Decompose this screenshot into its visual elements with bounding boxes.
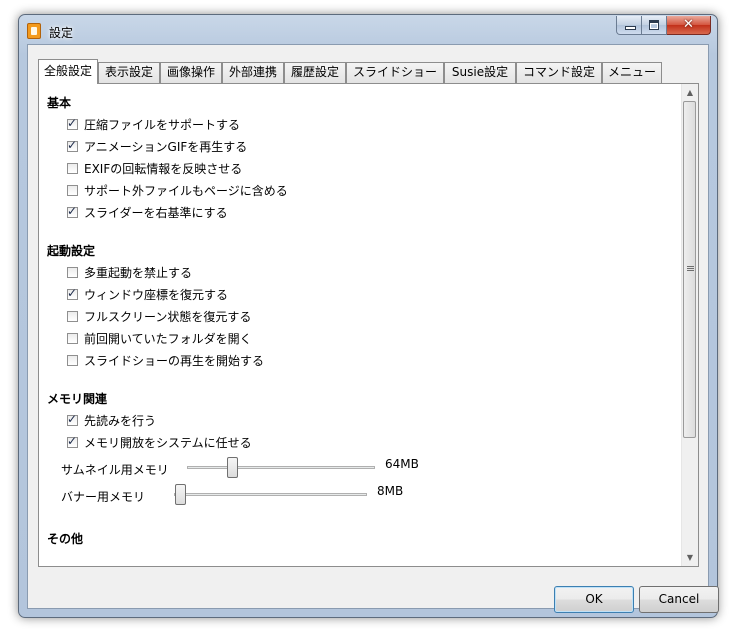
scroll-up-arrow-icon[interactable]: ▲ — [682, 84, 698, 101]
tab-display[interactable]: 表示設定 — [98, 62, 160, 83]
checkbox-include-unsupported[interactable]: サポート外ファイルもページに含める — [67, 182, 288, 198]
checkbox-label: ウィンドウ座標を復元する — [84, 287, 229, 302]
checkbox-box[interactable] — [67, 354, 78, 366]
tab-susie[interactable]: Susie設定 — [444, 62, 516, 83]
checkbox-label: 先読みを行う — [84, 413, 157, 428]
checkbox-box[interactable] — [67, 184, 78, 196]
caption-buttons: ✕ — [616, 16, 711, 35]
checkbox-box[interactable] — [67, 162, 78, 174]
checkbox-support-archives[interactable]: 圧縮ファイルをサポートする — [67, 116, 240, 132]
title-bar[interactable]: 設定 ✕ — [19, 15, 717, 45]
thumbnail-memory-label: サムネイル用メモリ — [61, 463, 169, 477]
checkbox-box[interactable] — [67, 412, 78, 426]
dialog-client-area: 全般設定 表示設定 画像操作 外部連携 履歴設定 スライドショー Susie設定… — [27, 44, 719, 613]
checkbox-label: アニメーションGIFを再生する — [84, 139, 248, 154]
tab-slideshow[interactable]: スライドショー — [346, 62, 444, 83]
section-title-other: その他 — [47, 532, 84, 546]
checkbox-box[interactable] — [67, 138, 78, 152]
checkbox-label: 多重起動を禁止する — [84, 265, 193, 280]
panel-vertical-scrollbar[interactable]: ▲ ▼ — [681, 84, 698, 566]
checkbox-label: フルスクリーン状態を復元する — [84, 309, 252, 324]
checkbox-box[interactable] — [67, 310, 78, 322]
thumbnail-memory-value: 64MB — [385, 457, 419, 471]
checkbox-system-memory-release[interactable]: メモリ開放をシステムに任せる — [67, 434, 252, 450]
ok-button[interactable]: OK — [554, 586, 634, 613]
tab-image-ops[interactable]: 画像操作 — [160, 62, 222, 83]
checkbox-prefetch[interactable]: 先読みを行う — [67, 412, 156, 428]
checkbox-restore-window-position[interactable]: ウィンドウ座標を復元する — [67, 286, 228, 302]
grip-line — [687, 270, 694, 271]
checkbox-label: スライダーを右基準にする — [84, 205, 228, 220]
close-icon: ✕ — [683, 17, 694, 32]
checkbox-box[interactable] — [67, 434, 78, 448]
close-button[interactable]: ✕ — [667, 16, 711, 35]
checkbox-label: サポート外ファイルもページに含める — [84, 183, 288, 198]
tab-general[interactable]: 全般設定 — [38, 59, 98, 84]
general-settings-panel: 基本 圧縮ファイルをサポートする アニメーションGIFを再生する EXIFの回転… — [38, 83, 699, 567]
checkbox-label: EXIFの回転情報を反映させる — [84, 161, 243, 176]
scroll-down-arrow-icon[interactable]: ▼ — [682, 549, 698, 566]
checkbox-exif-rotation[interactable]: EXIFの回転情報を反映させる — [67, 160, 242, 176]
checkbox-box[interactable] — [67, 204, 78, 218]
section-title-basic: 基本 — [47, 96, 72, 110]
banner-memory-slider-thumb[interactable] — [175, 484, 186, 505]
thumbnail-memory-slider-thumb[interactable] — [227, 457, 238, 478]
checkbox-label: 圧縮ファイルをサポートする — [84, 117, 241, 132]
settings-window: 設定 ✕ 全般設定 表示設定 画像操作 外部連携 履歴設定 スライドショー Su… — [18, 14, 719, 618]
tab-history[interactable]: 履歴設定 — [284, 62, 346, 83]
tab-external[interactable]: 外部連携 — [222, 62, 284, 83]
checkbox-start-slideshow[interactable]: スライドショーの再生を開始する — [67, 352, 264, 368]
banner-memory-slider[interactable] — [174, 484, 367, 505]
checkbox-slider-right-based[interactable]: スライダーを右基準にする — [67, 204, 228, 220]
checkbox-single-instance[interactable]: 多重起動を禁止する — [67, 264, 192, 280]
minimize-button[interactable] — [616, 16, 642, 35]
checkbox-box[interactable] — [67, 266, 78, 278]
checkbox-box[interactable] — [67, 286, 78, 300]
tab-menu[interactable]: メニュー — [602, 62, 662, 83]
tab-command[interactable]: コマンド設定 — [516, 62, 602, 83]
cancel-button[interactable]: Cancel — [639, 586, 719, 613]
scrollbar-thumb[interactable] — [683, 101, 696, 438]
section-title-startup: 起動設定 — [47, 244, 96, 258]
checkbox-box[interactable] — [67, 332, 78, 344]
grip-line — [687, 266, 694, 267]
section-title-memory: メモリ関連 — [47, 392, 108, 406]
window-title: 設定 — [49, 26, 74, 40]
maximize-button[interactable] — [642, 16, 667, 35]
grip-line — [687, 268, 694, 269]
banner-memory-label: バナー用メモリ — [61, 490, 146, 504]
checkbox-restore-fullscreen[interactable]: フルスクリーン状態を復元する — [67, 308, 251, 324]
checkbox-play-animated-gif[interactable]: アニメーションGIFを再生する — [67, 138, 247, 154]
app-icon — [27, 23, 41, 39]
checkbox-label: スライドショーの再生を開始する — [84, 353, 265, 368]
checkbox-label: メモリ開放をシステムに任せる — [84, 435, 252, 450]
checkbox-box[interactable] — [67, 116, 78, 130]
checkbox-label: 前回開いていたフォルダを開く — [84, 331, 252, 346]
thumbnail-memory-slider[interactable] — [187, 457, 375, 478]
checkbox-open-last-folder[interactable]: 前回開いていたフォルダを開く — [67, 330, 252, 346]
banner-memory-value: 8MB — [377, 484, 404, 498]
